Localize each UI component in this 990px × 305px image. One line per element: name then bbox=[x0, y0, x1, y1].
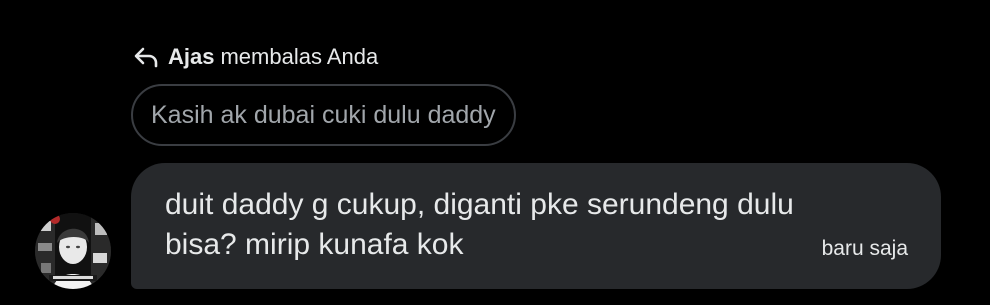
message-text: duit daddy g cukup, diganti pke serunden… bbox=[165, 185, 865, 265]
message-line: bisa? mirip kunafa kok bbox=[165, 228, 464, 261]
avatar[interactable] bbox=[35, 213, 111, 289]
message-line: duit daddy g cukup, diganti pke serunden… bbox=[165, 188, 794, 221]
quoted-message[interactable]: Kasih ak dubai cuki dulu daddy bbox=[131, 84, 516, 146]
quoted-message-text: Kasih ak dubai cuki dulu daddy bbox=[151, 100, 496, 129]
reply-header-text: membalas Anda bbox=[220, 44, 379, 69]
message-bubble[interactable]: duit daddy g cukup, diganti pke serunden… bbox=[131, 163, 941, 289]
reply-arrow-icon bbox=[132, 45, 160, 69]
reply-sender-name[interactable]: Ajas bbox=[168, 44, 214, 70]
message-timestamp: baru saja bbox=[821, 237, 908, 260]
reply-header: Ajas membalas Anda bbox=[132, 42, 378, 72]
